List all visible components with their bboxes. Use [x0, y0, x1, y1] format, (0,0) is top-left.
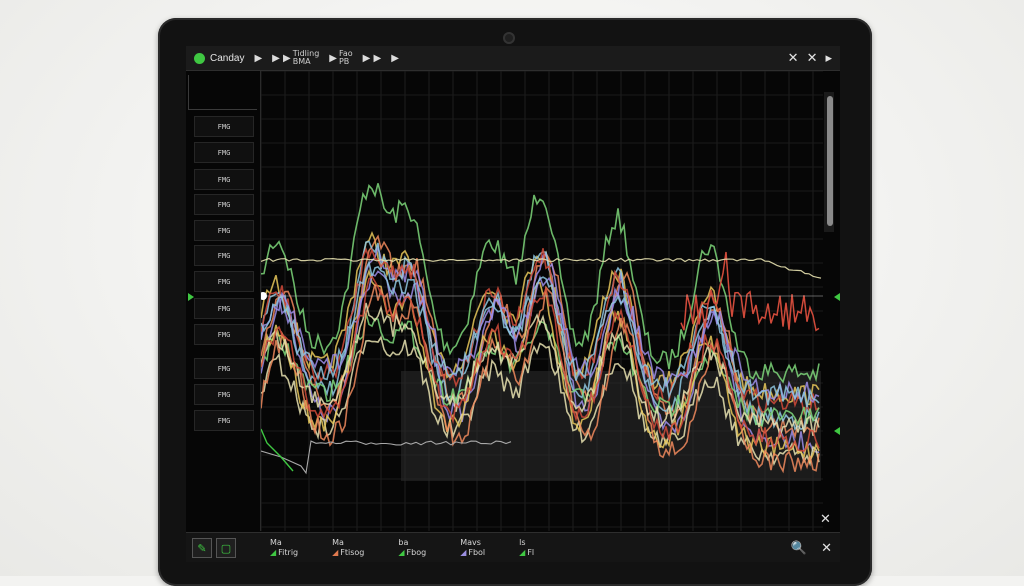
top-toolbar: Canday ▶ ▶ ▶ Tidling BMA ▶ Fao PB ▶ ▶ ▶ … [186, 46, 840, 71]
close-icon[interactable]: ✕ [821, 541, 832, 556]
legend-series-name: Fbog [406, 548, 427, 557]
channel-lane-label[interactable]: FMG [194, 384, 254, 405]
app-screen: Canday ▶ ▶ ▶ Tidling BMA ▶ Fao PB ▶ ▶ ▶ … [186, 46, 840, 562]
channel-lane-label[interactable]: FMG [194, 194, 254, 215]
left-marker-icon[interactable] [188, 293, 194, 301]
legend-top-label: Ma [332, 538, 344, 547]
legend-swatch-icon: ◢ [332, 548, 339, 557]
bottom-legend-bar: ✎ ▢ Ma ◢ Fitrig Ma ◢ Ftisog ba ◢ Fbog Mavs ◢ Fbol ls… [186, 532, 840, 562]
waveform-plot[interactable] [261, 71, 823, 531]
channel-lane-label[interactable]: FMG [194, 410, 254, 431]
toolbar-sublabel: BMA [292, 57, 311, 66]
scrollbar-thumb[interactable] [827, 96, 833, 226]
camera-icon [503, 32, 515, 44]
channel-lane-label[interactable]: FMG [194, 358, 254, 379]
legend-item[interactable]: Ma ◢ Fitrig [270, 538, 298, 558]
legend-top-label: Ma [270, 538, 282, 547]
legend-series-name: Fitrig [278, 548, 299, 557]
channel-lane-label[interactable]: FMG [194, 116, 254, 137]
legend-series-name: Fl [527, 548, 535, 557]
legend-item[interactable]: ba ◢ Fbog [398, 538, 426, 558]
legend-bottom-label: ◢ Ftisog [332, 548, 364, 558]
legend-series-name: Ftisog [340, 548, 365, 557]
play-double-icon: ▶ ▶ [272, 52, 291, 64]
legend-item[interactable]: Ma ◢ Ftisog [332, 538, 364, 558]
channel-lane-label[interactable]: FMG [194, 324, 254, 345]
collapse-icon[interactable]: ▸ [825, 51, 832, 66]
legend-swatch-icon: ◢ [270, 548, 277, 557]
toolbar-sublabel: PB [338, 57, 350, 66]
legend-swatch-icon: ◢ [398, 548, 405, 557]
select-tool-button[interactable]: ▢ [216, 538, 236, 558]
auxiliary-trace [261, 428, 294, 472]
close-icon[interactable]: ✕ [820, 512, 831, 527]
play-double-icon: ▶ ▶ [362, 52, 382, 64]
legend-bottom-label: ◢ Fitrig [270, 548, 298, 558]
legend-bottom-label: ◢ Fbol [460, 548, 485, 558]
legend-top-label: ls [519, 538, 526, 547]
right-marker-icon[interactable] [834, 427, 840, 435]
toolbar-button-1[interactable]: ▶ [254, 53, 262, 64]
toolbar-button-5[interactable]: ▶ [391, 53, 399, 64]
legend-item[interactable]: ls ◢ Fl [519, 538, 534, 558]
channel-lane-panel: FMG FMG FMG FMG FMG FMG FMG FMG FMG FMG FMG FMG [186, 71, 261, 531]
legend-item[interactable]: Mavs ◢ Fbol [460, 538, 485, 558]
legend-series-name: Fbol [468, 548, 486, 557]
channel-lane-label[interactable]: FMG [194, 271, 254, 292]
lane-header-box [188, 75, 257, 110]
toolbar-button-2[interactable]: ▶ ▶ Tidling BMA [272, 50, 319, 66]
close-icon[interactable]: ✕ [788, 51, 799, 66]
legend-swatch-icon: ◢ [519, 548, 526, 557]
close-icon[interactable]: ✕ [807, 51, 818, 66]
signal-trace [680, 251, 820, 332]
toolbar-button-3[interactable]: ▶ Fao PB [329, 50, 352, 66]
right-marker-icon[interactable] [834, 293, 840, 301]
legend-bottom-label: ◢ Fbog [398, 548, 426, 558]
app-title: Canday [210, 52, 245, 64]
legend-bottom-label: ◢ Fl [519, 548, 534, 558]
play-icon: ▶ [254, 52, 263, 64]
pen-tool-button[interactable]: ✎ [192, 538, 212, 558]
play-icon: ▶ [391, 52, 399, 64]
search-icon[interactable]: 🔍 [791, 541, 807, 556]
channel-lane-label[interactable]: FMG [194, 298, 254, 319]
status-dot-icon [194, 52, 205, 64]
channel-lane-label[interactable]: FMG [194, 220, 254, 241]
channel-lane-label[interactable]: FMG [194, 245, 254, 266]
legend-swatch-icon: ◢ [460, 548, 467, 557]
play-icon: ▶ [329, 52, 337, 64]
toolbar-button-4[interactable]: ▶ ▶ [363, 53, 382, 64]
channel-lane-label[interactable]: FMG [194, 169, 254, 190]
legend-top-label: Mavs [460, 538, 481, 547]
legend-top-label: ba [398, 538, 409, 547]
channel-lane-label[interactable]: FMG [194, 142, 254, 163]
